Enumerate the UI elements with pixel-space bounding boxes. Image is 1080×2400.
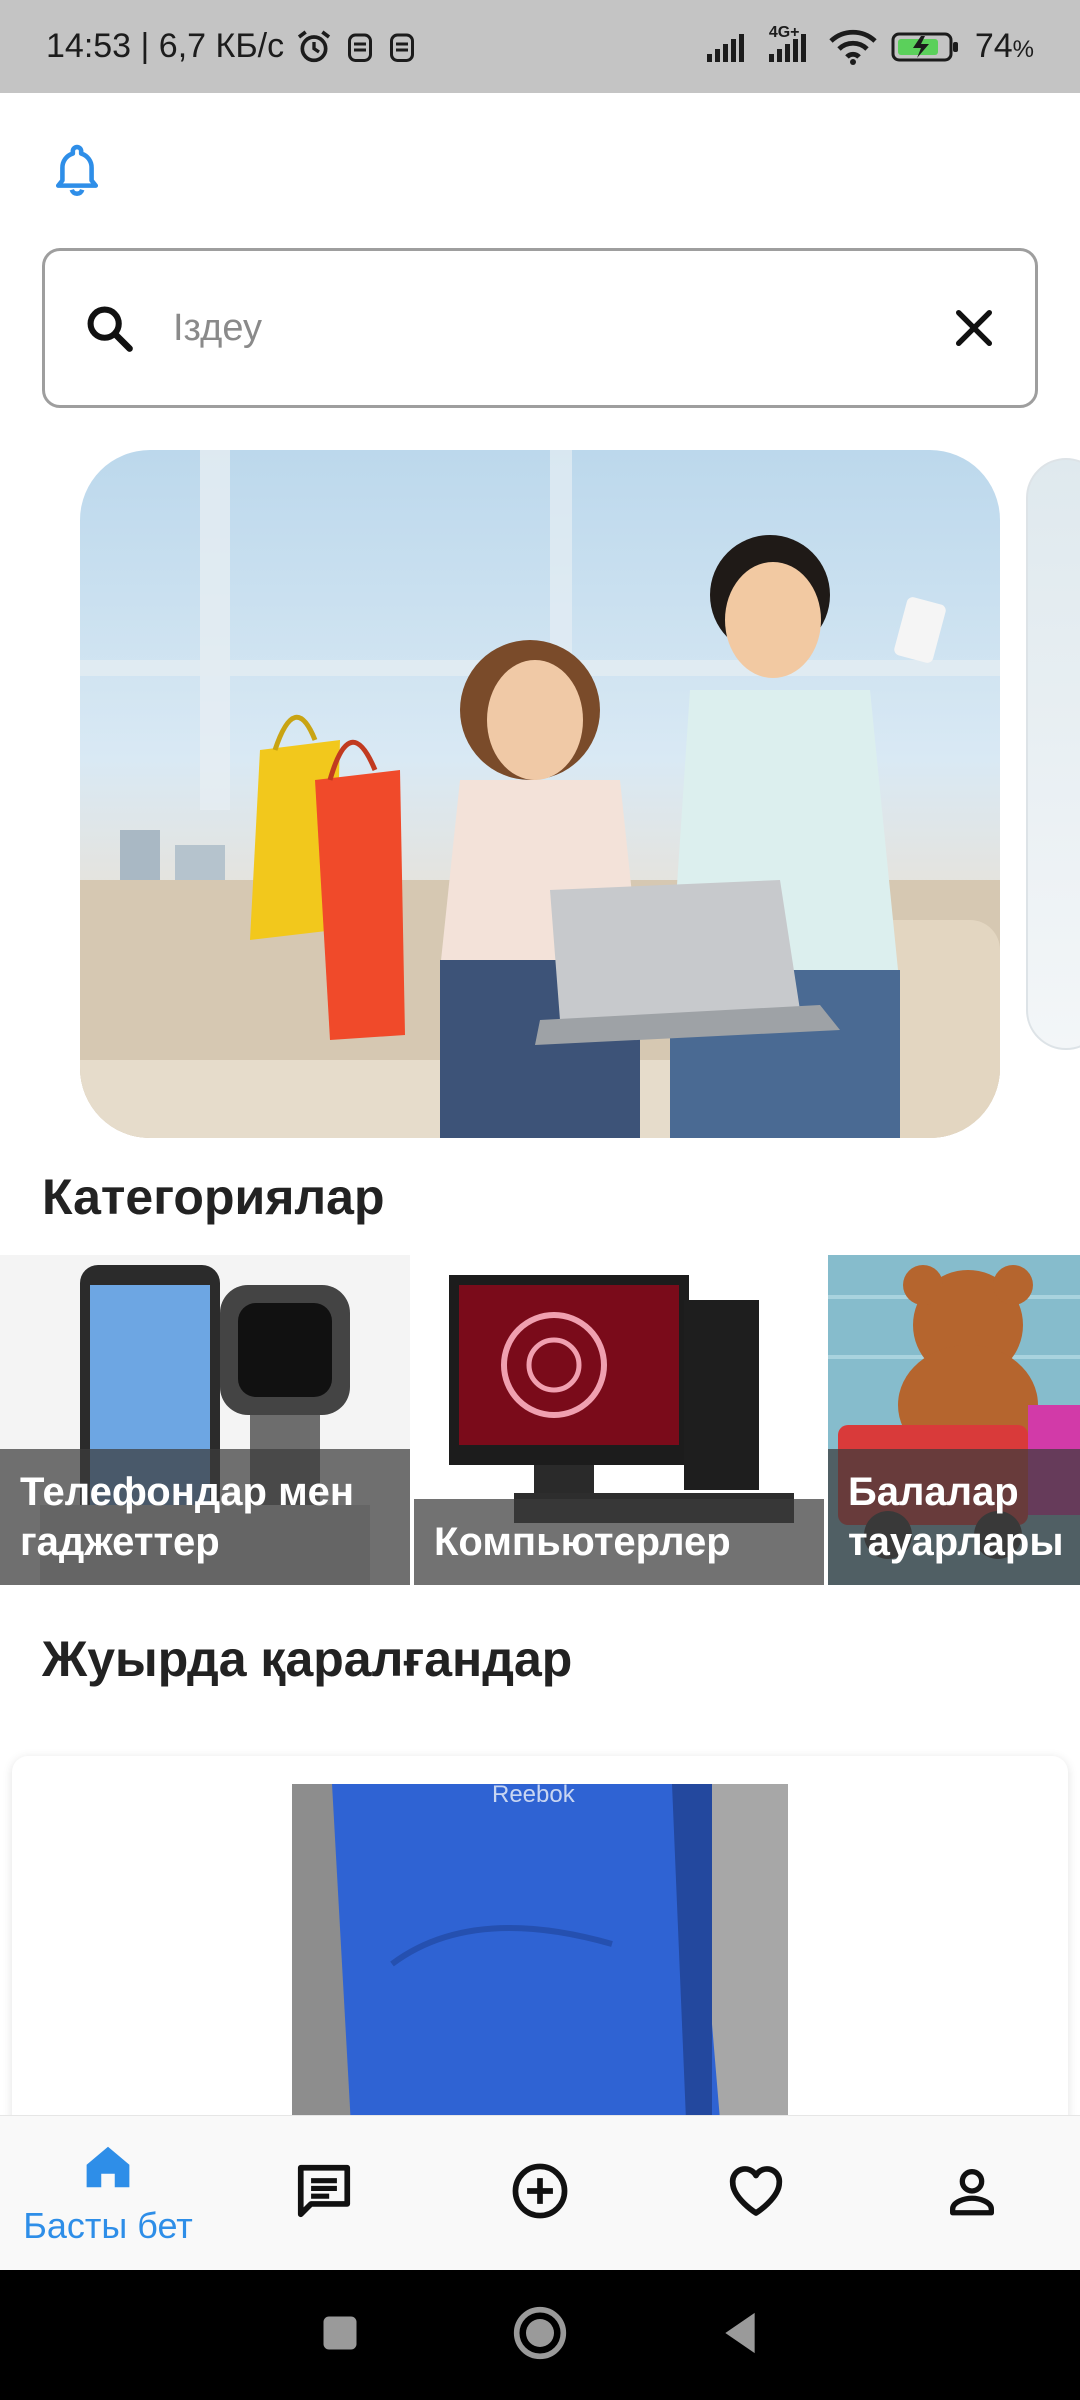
status-time: 14:53 | 6,7 КБ/с: [46, 27, 285, 65]
bottom-navigation: Басты бет: [0, 2115, 1080, 2270]
battery-percent-value: 74: [974, 27, 1013, 65]
heart-icon: [725, 2160, 787, 2227]
category-card-kids[interactable]: Балалар тауарлары: [828, 1255, 1080, 1585]
nav-add[interactable]: [440, 2116, 640, 2271]
nav-favorites[interactable]: [656, 2116, 856, 2271]
battery-icon: [891, 30, 961, 64]
nav-home-label: Басты бет: [23, 2204, 193, 2246]
recent-product-card[interactable]: Reebok: [12, 1756, 1068, 2136]
category-label: Балалар тауарлары: [828, 1449, 1080, 1585]
search-input[interactable]: [173, 306, 951, 350]
search-bar[interactable]: [42, 248, 1038, 408]
network-type-label: 4G+: [768, 23, 800, 41]
nav-messages[interactable]: [224, 2116, 424, 2271]
nav-home[interactable]: Басты бет: [8, 2116, 208, 2271]
signal-icon: [705, 30, 753, 64]
home-icon: [81, 2140, 135, 2199]
recent-title: Жуырда қаралғандар: [42, 1631, 573, 1687]
category-label: Телефондар мен гаджеттер: [0, 1449, 410, 1585]
messages-icon: [293, 2160, 355, 2227]
category-card-phones[interactable]: Телефондар мен гаджеттер: [0, 1255, 410, 1585]
categories-carousel[interactable]: Телефондар мен гаджеттер Компьютерлер Ба…: [0, 1255, 1080, 1585]
notifications-bell-icon[interactable]: [52, 142, 102, 198]
status-bar: 14:53 | 6,7 КБ/с 4G+ 74%: [0, 0, 1080, 93]
next-banner-peek[interactable]: [1026, 458, 1080, 1050]
promo-banner[interactable]: [80, 450, 1000, 1138]
banner-image: [80, 450, 1000, 1138]
recent-product-image: Reebok: [292, 1784, 788, 2136]
brand-print: Reebok: [492, 1784, 576, 1808]
signal-4g-icon: 4G+: [767, 24, 815, 64]
clear-search-icon[interactable]: [951, 305, 997, 351]
nav-profile[interactable]: [872, 2116, 1072, 2271]
search-icon: [83, 302, 135, 354]
category-label: Компьютерлер: [414, 1499, 824, 1585]
battery-level: 74%: [975, 27, 1034, 66]
categories-title: Категориялар: [42, 1169, 385, 1225]
battery-percent-unit: %: [1012, 36, 1034, 63]
system-navigation: [0, 2270, 1080, 2400]
back-triangle-icon[interactable]: [718, 2309, 762, 2362]
profile-icon: [943, 2162, 1001, 2225]
notification-app-icon: [344, 29, 376, 65]
wifi-icon: [829, 29, 877, 65]
home-circle-icon[interactable]: [512, 2305, 568, 2366]
recents-square-icon[interactable]: [318, 2311, 362, 2360]
notification-app-icon-2: [386, 29, 418, 65]
alarm-icon: [294, 27, 334, 67]
category-card-computers[interactable]: Компьютерлер: [414, 1255, 824, 1585]
add-circle-icon: [509, 2160, 571, 2227]
